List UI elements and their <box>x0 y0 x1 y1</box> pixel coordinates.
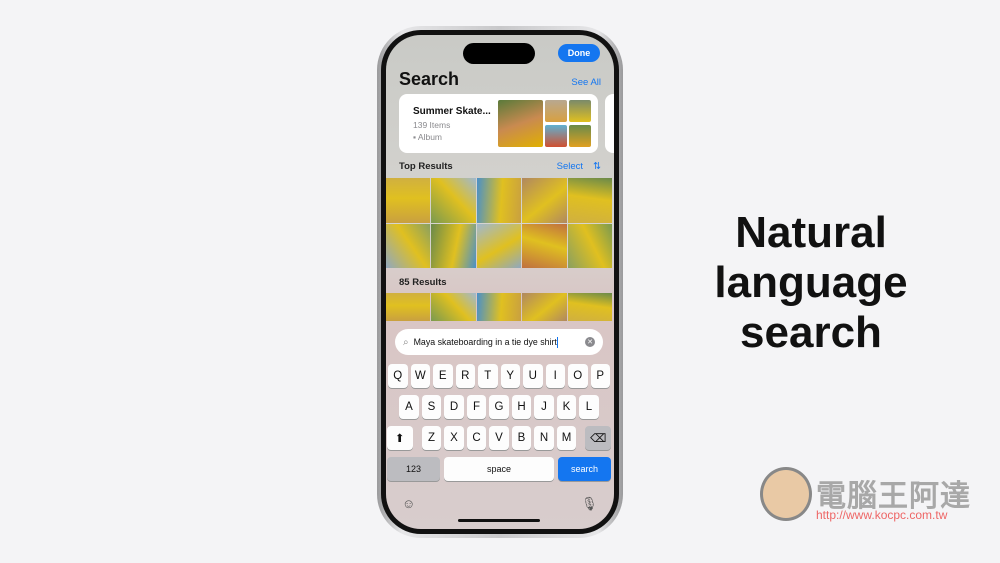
photo-thumbnail[interactable] <box>431 223 476 268</box>
sort-arrows-icon[interactable]: ⇅ <box>593 161 601 172</box>
photo-thumbnail[interactable] <box>476 178 522 223</box>
album-thumbnail <box>545 125 567 147</box>
photo-thumbnail[interactable] <box>567 178 612 223</box>
photo-thumbnail[interactable] <box>431 293 476 321</box>
key-j[interactable]: J <box>534 395 554 419</box>
key-c[interactable]: C <box>466 426 487 450</box>
key-y[interactable]: Y <box>500 364 520 388</box>
microphone-icon[interactable]: 🎙 <box>581 496 598 512</box>
key-d[interactable]: D <box>444 395 464 419</box>
key-e[interactable]: E <box>433 364 453 388</box>
key-g[interactable]: G <box>489 395 509 419</box>
key-w[interactable]: W <box>410 364 430 388</box>
next-album-card[interactable] <box>605 94 614 153</box>
album-count: 139 Items <box>413 120 451 130</box>
album-thumbnail <box>569 100 591 122</box>
watermark-logo: 電腦王阿達 http://www.kocpc.com.tw <box>760 463 985 525</box>
key-f[interactable]: F <box>466 395 487 419</box>
album-thumbnail <box>569 125 591 147</box>
photo-thumbnail[interactable] <box>386 178 431 223</box>
key-b[interactable]: B <box>511 426 532 450</box>
album-card[interactable]: Summer Skate... 139 Items ▪ Album <box>399 94 598 153</box>
results-grid <box>386 293 612 321</box>
key-r[interactable]: R <box>455 364 475 388</box>
search-key[interactable]: search <box>558 457 611 481</box>
key-z[interactable]: Z <box>421 426 442 450</box>
photo-thumbnail[interactable] <box>431 178 476 223</box>
search-query: Maya skateboarding in a tie dye shirt <box>413 337 557 347</box>
headline: Natural language search <box>714 208 908 357</box>
key-h[interactable]: H <box>511 395 532 419</box>
key-q[interactable]: Q <box>388 364 408 388</box>
key-p[interactable]: P <box>590 364 610 388</box>
clear-x-icon[interactable]: ✕ <box>585 337 595 347</box>
key-k[interactable]: K <box>556 395 577 419</box>
magnifier-icon: ⌕ <box>403 336 409 348</box>
photo-thumbnail[interactable] <box>386 223 431 268</box>
key-x[interactable]: X <box>444 426 464 450</box>
search-input[interactable]: ⌕ Maya skateboarding in a tie dye shirt … <box>395 329 603 355</box>
photo-thumbnail[interactable] <box>522 178 567 223</box>
album-name: Summer Skate... <box>413 106 491 117</box>
album-thumbnail <box>545 100 567 122</box>
key-s[interactable]: S <box>421 395 442 419</box>
top-results-heading: Top Results <box>399 161 453 172</box>
photo-thumbnail[interactable] <box>522 223 567 268</box>
key-i[interactable]: I <box>545 364 565 388</box>
album-thumbnail <box>498 100 543 147</box>
see-all-link[interactable]: See All <box>571 77 601 88</box>
key-u[interactable]: U <box>523 364 543 388</box>
key-t[interactable]: T <box>478 364 498 388</box>
photo-thumbnail[interactable] <box>476 223 522 268</box>
select-button[interactable]: Select <box>557 161 583 172</box>
album-type: Album <box>417 132 442 142</box>
key-v[interactable]: V <box>489 426 509 450</box>
space-key[interactable]: space <box>444 457 554 481</box>
key-m[interactable]: M <box>556 426 577 450</box>
photo-thumbnail[interactable] <box>567 293 612 321</box>
photo-thumbnail[interactable] <box>522 293 567 321</box>
key-n[interactable]: N <box>534 426 554 450</box>
done-button[interactable]: Done <box>558 44 600 62</box>
top-results-grid <box>386 178 612 268</box>
key-l[interactable]: L <box>579 395 599 419</box>
key-a[interactable]: A <box>399 395 419 419</box>
emoji-icon[interactable]: ☺ <box>402 496 415 511</box>
numbers-key[interactable]: 123 <box>387 457 440 481</box>
photo-thumbnail[interactable] <box>567 223 612 268</box>
home-indicator <box>458 519 540 522</box>
results-count-heading: 85 Results <box>399 277 447 288</box>
text-caret <box>556 336 559 348</box>
phone-screen: Done Search See All Summer Skate... 139 … <box>386 35 614 529</box>
photo-thumbnail[interactable] <box>386 293 431 321</box>
page-title: Search <box>399 69 460 89</box>
dynamic-island <box>463 43 535 64</box>
key-o[interactable]: O <box>568 364 588 388</box>
watermark-url: http://www.kocpc.com.tw <box>816 508 948 522</box>
phone-frame: Done Search See All Summer Skate... 139 … <box>377 26 623 538</box>
mascot-face-icon <box>760 467 812 521</box>
photo-thumbnail[interactable] <box>476 293 522 321</box>
shift-key[interactable]: ⬆ <box>386 426 413 450</box>
backspace-key[interactable]: ⌫ <box>585 426 612 450</box>
